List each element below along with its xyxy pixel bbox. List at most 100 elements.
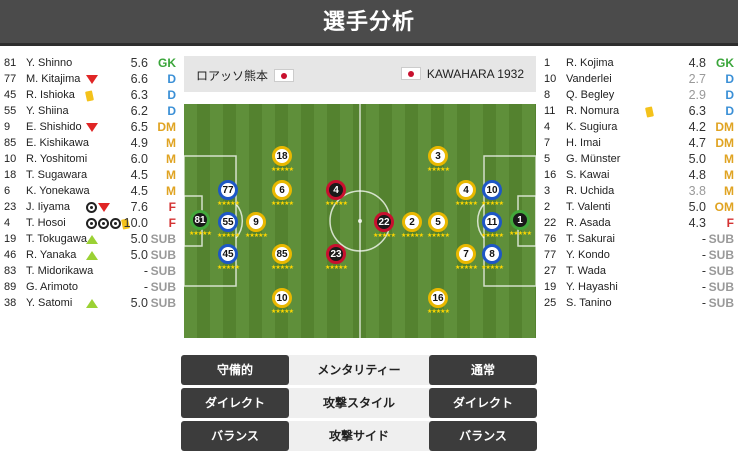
tactic-label: メンタリティー [317, 363, 401, 377]
home-roster: 81 Y. Shinno 5.6 GK 77 M. Kitajima 6.6 D 45 R. Is… [2, 56, 192, 312]
player-row[interactable]: 81 Y. Shinno 5.6 GK [2, 56, 192, 72]
player-token-number: 22 [374, 212, 394, 232]
player-row[interactable]: 85 E. Kishikawa 4.9 M [2, 136, 192, 152]
player-row[interactable]: 8 Q. Begley 2.9 D [542, 88, 734, 104]
player-row[interactable]: 23 J. Iiyama 7.6 F [2, 200, 192, 216]
home-tactic-button[interactable]: 守備的 [181, 355, 289, 385]
player-row[interactable]: 4 T. Hosoi 10.0 F [2, 216, 192, 232]
player-row[interactable]: 27 T. Wada - SUB [542, 264, 734, 280]
player-row[interactable]: 77 M. Kitajima 6.6 D [2, 72, 192, 88]
player-number: 9 [4, 121, 11, 133]
player-row[interactable]: 38 Y. Satomi 5.0 SUB [2, 296, 192, 312]
player-number: 7 [544, 137, 551, 149]
player-token[interactable]: 6 ★★★★★ [264, 180, 300, 208]
player-row[interactable]: 18 T. Sugawara 4.5 M [2, 168, 192, 184]
player-token[interactable]: 45 ★★★★★ [210, 244, 246, 272]
player-row[interactable]: 25 S. Tanino - SUB [542, 296, 734, 312]
player-rating: 5.0 [688, 152, 706, 166]
player-row[interactable]: 1 R. Kojima 4.8 GK [542, 56, 734, 72]
player-row[interactable]: 45 R. Ishioka 6.3 D [2, 88, 192, 104]
player-position: F [726, 216, 734, 230]
player-token[interactable]: 4 ★★★★★ [318, 180, 354, 208]
player-row[interactable]: 77 Y. Kondo - SUB [542, 248, 734, 264]
player-row[interactable]: 11 R. Nomura 6.3 D [542, 104, 734, 120]
player-row[interactable]: 76 T. Sakurai - SUB [542, 232, 734, 248]
player-number: 27 [544, 265, 557, 277]
player-row[interactable]: 89 G. Arimoto - SUB [2, 280, 192, 296]
player-position: F [168, 216, 176, 230]
player-token[interactable]: 11 ★★★★★ [474, 212, 510, 240]
player-number: 38 [4, 297, 17, 309]
player-token-number: 4 [326, 180, 346, 200]
player-rating: 2.7 [688, 72, 706, 86]
star-rating-icon: ★★★★★ [481, 233, 504, 239]
player-event-icons [86, 72, 98, 87]
player-name: Y. Shiina [26, 105, 69, 117]
away-tactic-button[interactable]: バランス [429, 421, 537, 451]
player-rating: - [701, 280, 706, 294]
player-event-icons [86, 232, 98, 247]
player-rating: 4.2 [688, 120, 706, 134]
star-rating-icon: ★★★★★ [271, 167, 294, 173]
player-row[interactable]: 3 R. Uchida 3.8 M [542, 184, 734, 200]
player-token[interactable]: 7 ★★★★★ [448, 244, 484, 272]
player-row[interactable]: 83 T. Midorikawa - SUB [2, 264, 192, 280]
player-rating: 10.0 [123, 216, 148, 230]
player-token[interactable]: 16 ★★★★★ [420, 288, 456, 316]
away-team: KAWAHARA 1932 [400, 67, 524, 81]
star-rating-icon: ★★★★★ [455, 201, 478, 207]
star-rating-icon: ★★★★★ [325, 265, 348, 271]
team-bar: ロアッソ熊本 KAWAHARA 1932 [184, 56, 536, 92]
tactics-panel: 守備的 メンタリティー 通常 ダイレクト 攻撃スタイル ダイレクト バランス 攻撃サイド バラン… [181, 355, 537, 454]
sub-on-arrow-icon [86, 299, 98, 308]
player-row[interactable]: 7 H. Imai 4.7 DM [542, 136, 734, 152]
player-token[interactable]: 18 ★★★★★ [264, 146, 300, 174]
player-number: 4 [4, 217, 11, 229]
player-name: Y. Satomi [26, 297, 73, 309]
player-position: SUB [708, 280, 734, 294]
home-tactic-button[interactable]: バランス [181, 421, 289, 451]
player-token[interactable]: 10 ★★★★★ [264, 288, 300, 316]
player-token[interactable]: 85 ★★★★★ [264, 244, 300, 272]
player-row[interactable]: 9 E. Shishido 6.5 DM [2, 120, 192, 136]
player-row[interactable]: 6 K. Yonekawa 4.5 M [2, 184, 192, 200]
home-team: ロアッソ熊本 [196, 67, 295, 84]
player-token[interactable]: 3 ★★★★★ [420, 146, 456, 174]
player-number: 45 [4, 89, 17, 101]
player-row[interactable]: 46 R. Yanaka 5.0 SUB [2, 248, 192, 264]
away-tactic-button[interactable]: ダイレクト [429, 388, 537, 418]
player-number: 16 [544, 169, 557, 181]
player-row[interactable]: 4 K. Sugiura 4.2 DM [542, 120, 734, 136]
star-rating-icon: ★★★★★ [373, 233, 396, 239]
player-token[interactable]: 77 ★★★★★ [210, 180, 246, 208]
goal-ball-icon [98, 218, 109, 229]
player-row[interactable]: 16 S. Kawai 4.8 M [542, 168, 734, 184]
player-token-number: 10 [482, 180, 502, 200]
player-row[interactable]: 19 T. Tokugawa 5.0 SUB [2, 232, 192, 248]
player-name: R. Yoshitomi [26, 153, 88, 165]
tactic-row: 守備的 メンタリティー 通常 [181, 355, 537, 385]
player-position: SUB [150, 280, 176, 294]
player-rating: 3.8 [688, 184, 706, 198]
player-number: 18 [4, 169, 17, 181]
player-row[interactable]: 2 T. Valenti 5.0 OM [542, 200, 734, 216]
player-row[interactable]: 22 R. Asada 4.3 F [542, 216, 734, 232]
player-token[interactable]: 4 ★★★★★ [448, 180, 484, 208]
player-row[interactable]: 5 G. Münster 5.0 M [542, 152, 734, 168]
player-row[interactable]: 19 Y. Hayashi - SUB [542, 280, 734, 296]
player-token[interactable]: 22 ★★★★★ [366, 212, 402, 240]
player-token[interactable]: 23 ★★★★★ [318, 244, 354, 272]
player-token[interactable]: 9 ★★★★★ [238, 212, 274, 240]
player-row[interactable]: 55 Y. Shiina 6.2 D [2, 104, 192, 120]
player-number: 55 [4, 105, 17, 117]
sub-on-arrow-icon [86, 235, 98, 244]
player-position: DM [157, 120, 176, 134]
player-row[interactable]: 10 Vanderlei 2.7 D [542, 72, 734, 88]
player-position: M [166, 136, 176, 150]
player-rating: 6.3 [130, 88, 148, 102]
player-row[interactable]: 10 R. Yoshitomi 6.0 M [2, 152, 192, 168]
star-rating-icon: ★★★★★ [271, 265, 294, 271]
home-tactic-button[interactable]: ダイレクト [181, 388, 289, 418]
player-number: 77 [544, 249, 557, 261]
away-tactic-button[interactable]: 通常 [429, 355, 537, 385]
